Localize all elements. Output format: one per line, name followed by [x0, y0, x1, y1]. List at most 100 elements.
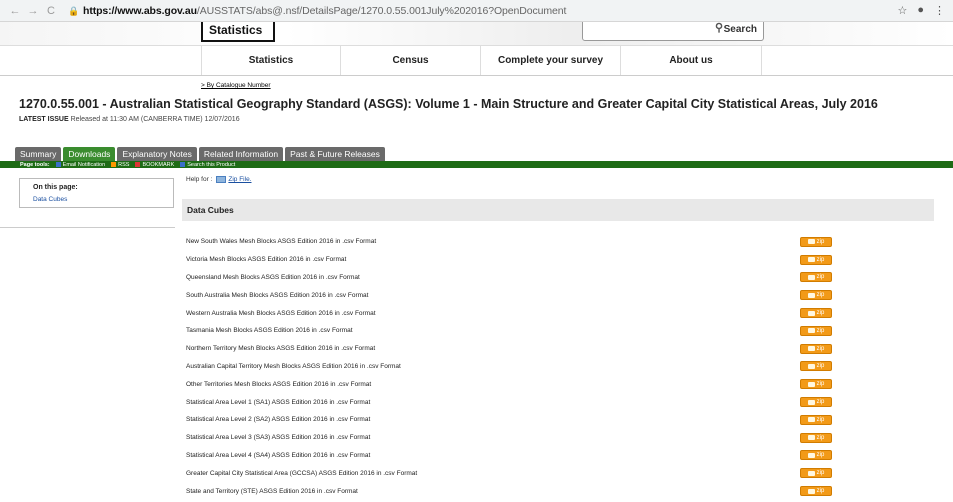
list-item-label: Tasmania Mesh Blocks ASGS Edition 2016 i… — [186, 327, 353, 335]
zip-button-label: zip — [816, 256, 825, 263]
download-icon — [807, 417, 815, 423]
sidebar-divider — [0, 227, 175, 228]
list-item: Victoria Mesh Blocks ASGS Edition 2016 i… — [186, 251, 846, 269]
data-cube-list: New South Wales Mesh Blocks ASGS Edition… — [186, 233, 846, 500]
tool-email-label: Email Notification — [62, 161, 106, 168]
list-item-label: Victoria Mesh Blocks ASGS Edition 2016 i… — [186, 256, 347, 264]
zip-download-button[interactable]: zip — [800, 325, 832, 336]
download-icon — [807, 328, 815, 334]
zip-download-button[interactable]: zip — [800, 290, 832, 301]
list-item-label: Statistical Area Level 4 (SA4) ASGS Edit… — [186, 451, 371, 459]
zip-download-button[interactable]: zip — [800, 432, 832, 443]
menu-icon[interactable]: ⋮ — [934, 4, 945, 17]
back-icon[interactable]: ← — [8, 5, 22, 17]
zip-button-label: zip — [816, 345, 825, 352]
list-item: South Australia Mesh Blocks ASGS Edition… — [186, 286, 846, 304]
nav-item-statistics[interactable]: Statistics — [201, 46, 341, 75]
zip-download-button[interactable]: zip — [800, 397, 832, 408]
list-item: Greater Capital City Statistical Area (G… — [186, 464, 846, 482]
list-item-label: Statistical Area Level 3 (SA3) ASGS Edit… — [186, 434, 371, 442]
browser-actions: ☆ ● ⋮ — [897, 4, 945, 17]
page-tools-bar: Page tools: Email Notification RSS BOOKM… — [0, 161, 953, 168]
list-item-label: New South Wales Mesh Blocks ASGS Edition… — [186, 238, 377, 246]
tool-email[interactable]: Email Notification — [55, 161, 106, 168]
page-tools-label: Page tools: — [20, 161, 50, 168]
tool-rss[interactable]: RSS — [111, 162, 129, 168]
download-icon — [807, 363, 815, 369]
list-item: Western Australia Mesh Blocks ASGS Editi… — [186, 304, 846, 322]
tab-summary[interactable]: Summary — [15, 147, 62, 161]
zip-button-label: zip — [816, 310, 825, 317]
main-content: On this page: Data Cubes Help for : Zip … — [0, 168, 953, 498]
logo-text: Statistics — [209, 23, 263, 37]
list-item-label: South Australia Mesh Blocks ASGS Edition… — [186, 291, 369, 299]
main-nav: Statistics Census Complete your survey A… — [0, 46, 953, 76]
zip-button-label: zip — [816, 381, 825, 388]
nav-item-complete-survey[interactable]: Complete your survey — [481, 46, 621, 75]
zip-download-button[interactable]: zip — [800, 236, 832, 247]
rss-icon — [111, 162, 117, 167]
zip-button-label: zip — [816, 292, 825, 299]
tab-downloads[interactable]: Downloads — [63, 147, 116, 161]
zip-file-icon — [216, 176, 227, 183]
on-this-page-link[interactable]: Data Cubes — [20, 196, 173, 208]
account-icon[interactable]: ● — [917, 4, 924, 17]
nav-item-about-us[interactable]: About us — [621, 46, 762, 75]
lock-icon: 🔒 — [68, 6, 80, 16]
zip-download-button[interactable]: zip — [800, 343, 832, 354]
download-icon — [807, 488, 815, 494]
address-bar[interactable]: https://www.abs.gov.au/AUSSTATS/abs@.nsf… — [83, 5, 566, 17]
breadcrumb-link[interactable]: > By Catalogue Number — [201, 82, 271, 89]
zip-download-button[interactable]: zip — [800, 379, 832, 390]
issue-text: Released at 11:30 AM (CANBERRA TIME) 12/… — [68, 116, 240, 123]
zip-download-button[interactable]: zip — [800, 272, 832, 283]
zip-download-button[interactable]: zip — [800, 308, 832, 319]
search-label: Search — [723, 24, 757, 35]
list-item-label: Western Australia Mesh Blocks ASGS Editi… — [186, 309, 376, 317]
tab-past-future-releases[interactable]: Past & Future Releases — [285, 147, 385, 161]
list-item: Australian Capital Territory Mesh Blocks… — [186, 358, 846, 376]
site-logo[interactable]: Statistics — [201, 22, 275, 42]
download-icon — [807, 470, 815, 476]
zip-button-label: zip — [816, 363, 825, 370]
zip-download-button[interactable]: zip — [800, 450, 832, 461]
on-this-page-heading: On this page: — [33, 184, 78, 191]
zip-download-button[interactable]: zip — [800, 468, 832, 479]
email-icon — [55, 162, 61, 167]
zip-download-button[interactable]: zip — [800, 486, 832, 497]
star-icon[interactable]: ☆ — [897, 4, 907, 17]
download-icon — [807, 274, 815, 280]
zip-download-button[interactable]: zip — [800, 361, 832, 372]
list-item: Statistical Area Level 1 (SA1) ASGS Edit… — [186, 393, 846, 411]
list-item: Statistical Area Level 4 (SA4) ASGS Edit… — [186, 447, 846, 465]
list-item: Queensland Mesh Blocks ASGS Edition 2016… — [186, 269, 846, 287]
zip-button-label: zip — [816, 416, 825, 423]
binoculars-icon — [180, 162, 186, 167]
tool-search-product[interactable]: Search this Product — [180, 162, 235, 168]
zip-help-link[interactable]: Zip File. — [216, 176, 252, 183]
list-item-label: Australian Capital Territory Mesh Blocks… — [186, 362, 401, 370]
tool-search-label: Search this Product — [187, 161, 236, 168]
zip-button-label: zip — [816, 470, 825, 477]
download-icon — [807, 310, 815, 316]
page-title: 1270.0.55.001 - Australian Statistical G… — [19, 97, 878, 111]
tab-related-information[interactable]: Related Information — [198, 147, 284, 161]
list-item: Northern Territory Mesh Blocks ASGS Edit… — [186, 340, 846, 358]
reload-icon[interactable]: C — [44, 5, 58, 17]
tab-explanatory-notes[interactable]: Explanatory Notes — [117, 147, 197, 161]
zip-button-label: zip — [816, 274, 825, 281]
zip-button-label: zip — [816, 452, 825, 459]
zip-download-button[interactable]: zip — [800, 254, 832, 265]
download-icon — [807, 381, 815, 387]
tool-bookmark[interactable]: BOOKMARK — [135, 162, 174, 168]
issue-label: LATEST ISSUE — [19, 116, 69, 123]
nav-item-census[interactable]: Census — [341, 46, 481, 75]
site-search[interactable]: ⚲ Search — [582, 22, 764, 41]
list-item-label: State and Territory (STE) ASGS Edition 2… — [186, 487, 358, 495]
list-item-label: Statistical Area Level 1 (SA1) ASGS Edit… — [186, 398, 371, 406]
site-banner: Statistics ⚲ Search — [0, 22, 953, 46]
forward-icon[interactable]: → — [26, 5, 40, 17]
download-icon — [807, 292, 815, 298]
zip-download-button[interactable]: zip — [800, 414, 832, 425]
issue-info: LATEST ISSUE Released at 11:30 AM (CANBE… — [0, 116, 953, 146]
